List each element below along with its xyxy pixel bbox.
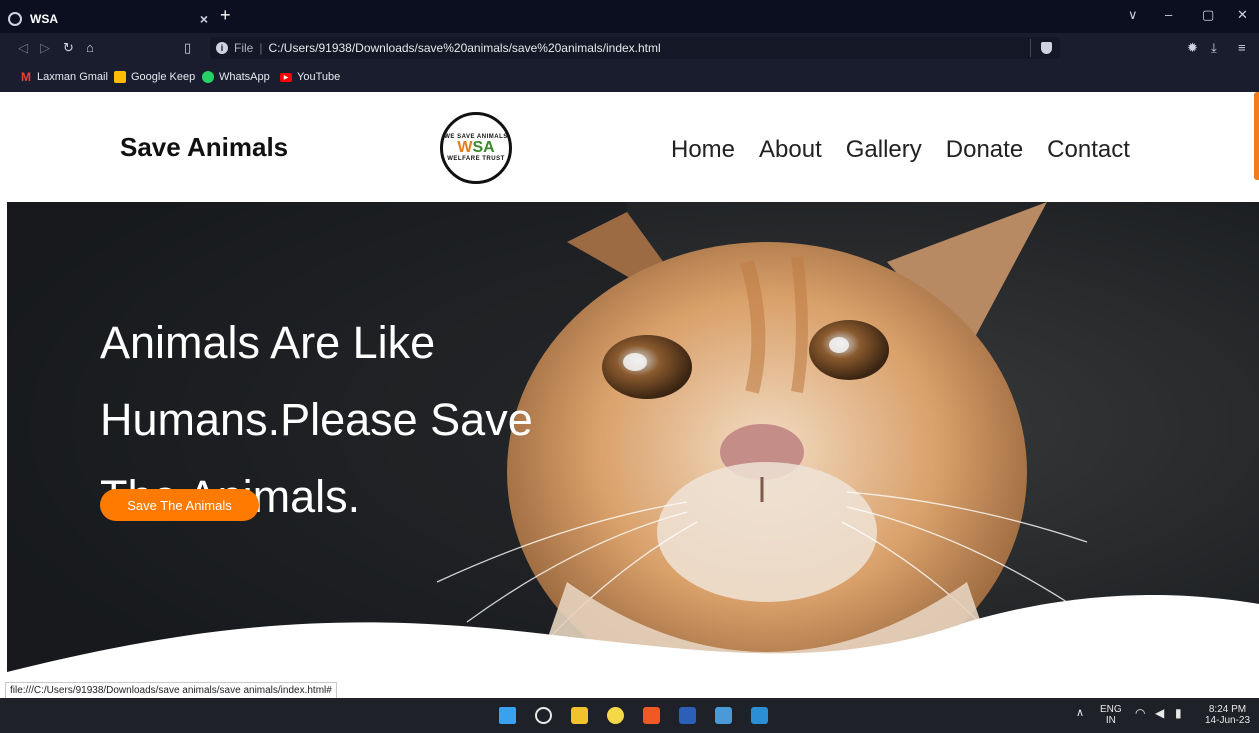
nav-about[interactable]: About: [759, 136, 822, 164]
downloads-icon[interactable]: ⤓: [1211, 40, 1217, 56]
tab-title: WSA: [30, 12, 58, 26]
url-scheme-label: File: [234, 41, 254, 55]
save-the-animals-button[interactable]: Save The Animals: [100, 489, 259, 521]
logo-mark: WSA: [457, 140, 494, 156]
clock-time: 8:24 PM: [1208, 704, 1247, 715]
new-tab-button[interactable]: +: [220, 5, 231, 26]
bookmark-google-keep[interactable]: Google Keep: [114, 71, 195, 83]
file-explorer-icon[interactable]: [571, 707, 588, 724]
forward-icon[interactable]: ▷: [40, 40, 50, 56]
bookmark-label: WhatsApp: [219, 71, 270, 83]
bookmarks-bar: M Laxman Gmail Google Keep WhatsApp ▶ Yo…: [0, 63, 1259, 92]
clock[interactable]: 8:24 PM 14-Jun-23: [1200, 704, 1255, 726]
photos-icon[interactable]: [715, 707, 732, 724]
lang-top: ENG: [1100, 704, 1122, 715]
window-close-icon[interactable]: ✕: [1237, 7, 1248, 23]
bookmark-label: Google Keep: [131, 71, 196, 83]
brave-shield-icon[interactable]: [1030, 39, 1061, 57]
menu-icon[interactable]: ≡: [1238, 40, 1246, 55]
minimize-icon[interactable]: –: [1165, 7, 1172, 22]
logo-bottom-text: WELFARE TRUST: [447, 156, 505, 162]
battery-icon[interactable]: ▮: [1175, 707, 1182, 719]
language-indicator[interactable]: ENG IN: [1100, 704, 1122, 726]
extensions-icon[interactable]: ✹: [1187, 40, 1198, 56]
keep-icon: [114, 71, 126, 83]
nav-donate[interactable]: Donate: [946, 136, 1023, 164]
bookmark-label: Laxman Gmail: [37, 71, 108, 83]
main-nav: Home About Gallery Donate Contact: [671, 136, 1130, 164]
bookmark-icon[interactable]: ▯: [184, 40, 191, 56]
reload-icon[interactable]: ↻: [63, 40, 74, 56]
close-tab-icon[interactable]: ×: [200, 11, 208, 27]
bookmark-youtube[interactable]: ▶ YouTube: [280, 71, 340, 83]
word-icon[interactable]: [679, 707, 696, 724]
address-bar-row: ◁ ▷ ↻ ⌂ ▯ i File | C:/Users/91938/Downlo…: [0, 33, 1259, 63]
windows-start-icon[interactable]: [499, 707, 516, 724]
tab-list-chevron-icon[interactable]: ∨: [1128, 7, 1138, 23]
nav-home[interactable]: Home: [671, 136, 735, 164]
lang-bottom: IN: [1105, 715, 1116, 726]
wifi-icon[interactable]: ◠: [1135, 707, 1145, 719]
bookmark-whatsapp[interactable]: WhatsApp: [202, 71, 270, 83]
weather-icon[interactable]: [607, 707, 624, 724]
restore-icon[interactable]: ▢: [1202, 7, 1214, 23]
page-scrollbar-thumb[interactable]: [1254, 92, 1259, 180]
search-icon[interactable]: [535, 707, 552, 724]
clock-date: 14-Jun-23: [1204, 715, 1251, 726]
brave-browser-icon[interactable]: [643, 707, 660, 724]
url-field[interactable]: i File | C:/Users/91938/Downloads/save%2…: [210, 37, 1060, 59]
vscode-icon[interactable]: [751, 707, 768, 724]
whatsapp-icon: [202, 71, 214, 83]
globe-icon: [8, 12, 22, 26]
logo-mark-sa: SA: [472, 139, 495, 156]
volume-icon[interactable]: ◀: [1155, 707, 1164, 719]
nav-gallery[interactable]: Gallery: [846, 136, 922, 164]
bookmark-label: YouTube: [297, 71, 341, 83]
gmail-icon: M: [21, 70, 31, 84]
url-text: C:/Users/91938/Downloads/save%20animals/…: [268, 41, 661, 55]
back-icon[interactable]: ◁: [18, 40, 28, 56]
logo-mark-w: W: [457, 139, 473, 156]
windows-taskbar: ∧ ENG IN ◠ ◀ ▮ 8:24 PM 14-Jun-23: [0, 698, 1259, 733]
site-brand[interactable]: Save Animals: [120, 132, 288, 163]
nav-contact[interactable]: Contact: [1047, 136, 1130, 164]
url-separator: |: [259, 41, 263, 55]
hero-section: Animals Are Like Humans.Please Save The …: [7, 202, 1259, 698]
home-icon[interactable]: ⌂: [86, 40, 94, 55]
browser-tab[interactable]: WSA ×: [8, 8, 208, 30]
site-logo: WE SAVE ANIMALS WSA WELFARE TRUST: [440, 112, 512, 184]
bookmark-gmail[interactable]: M Laxman Gmail: [20, 70, 108, 84]
tab-bar: WSA × + ∨ – ▢ ✕: [0, 0, 1259, 33]
web-page: Save Animals WE SAVE ANIMALS WSA WELFARE…: [0, 92, 1259, 698]
youtube-icon: ▶: [280, 72, 292, 82]
site-info-icon[interactable]: i: [216, 42, 228, 54]
tray-chevron-icon[interactable]: ∧: [1076, 708, 1084, 719]
